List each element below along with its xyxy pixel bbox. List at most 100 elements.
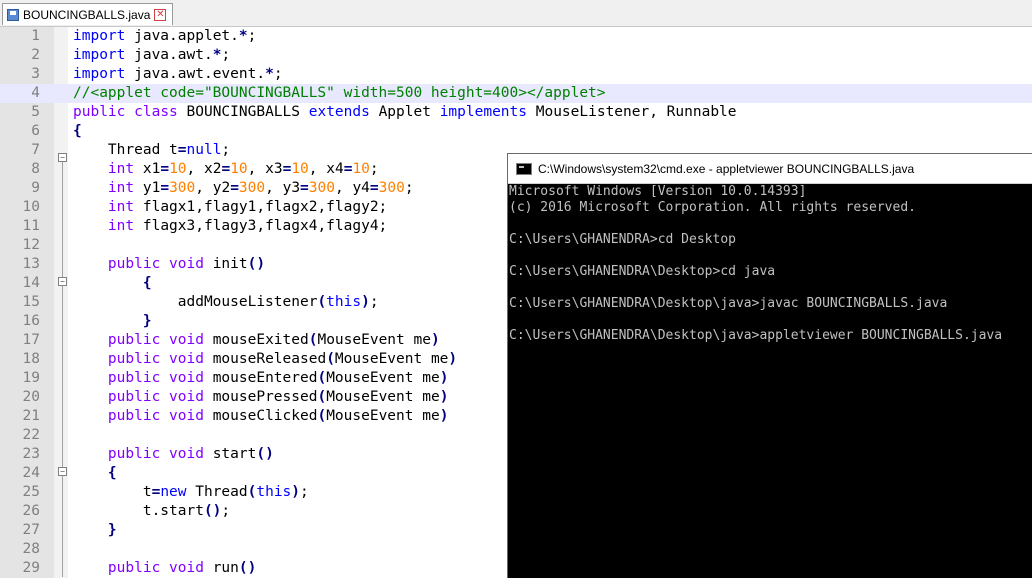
code-token: 300 bbox=[308, 180, 335, 196]
line-number: 29 bbox=[22, 560, 40, 576]
console-line: C:\Users\GHANENDRA\Desktop\java>appletvi… bbox=[509, 328, 1003, 343]
fold-line bbox=[62, 162, 63, 577]
code-token: mousePressed bbox=[203, 389, 318, 405]
line-number: 2 bbox=[31, 47, 40, 63]
code-token: void bbox=[169, 408, 204, 424]
code-token: 10 bbox=[352, 161, 370, 177]
code-token: void bbox=[169, 332, 204, 348]
code-token: ) bbox=[439, 408, 449, 424]
code-token: 10 bbox=[291, 161, 309, 177]
code-line[interactable]: 2 import java.awt.*; bbox=[0, 46, 1032, 65]
code-token: ; bbox=[273, 66, 283, 82]
code-text: addMouseListener(this); bbox=[73, 293, 379, 312]
code-token: = bbox=[160, 161, 170, 177]
code-line[interactable]: 3 import java.awt.event.*; bbox=[0, 65, 1032, 84]
code-token: = bbox=[221, 161, 231, 177]
code-token: = bbox=[282, 161, 292, 177]
code-token: ; bbox=[221, 47, 231, 63]
code-token: this bbox=[256, 484, 292, 500]
code-text: int flagx1,flagy1,flagx2,flagy2; bbox=[73, 198, 387, 217]
code-token: Thread bbox=[186, 484, 248, 500]
cmd-window[interactable]: C:\Windows\system32\cmd.exe - appletview… bbox=[507, 153, 1032, 578]
code-token: void bbox=[169, 389, 204, 405]
code-text: import java.awt.event.*; bbox=[73, 65, 283, 84]
code-token: flagx1,flagy1,flagx2,flagy2; bbox=[134, 199, 388, 215]
code-token: BOUNCINGBALLS bbox=[177, 104, 309, 120]
line-number: 6 bbox=[31, 123, 40, 139]
code-token: extends bbox=[308, 104, 370, 120]
console-line: C:\Users\GHANENDRA\Desktop>cd java bbox=[509, 264, 776, 279]
cmd-output[interactable]: Microsoft Windows [Version 10.0.14393] (c… bbox=[508, 184, 1032, 578]
code-token: ) bbox=[430, 332, 440, 348]
line-number: 3 bbox=[31, 66, 40, 82]
code-token: java.awt. bbox=[125, 47, 213, 63]
code-line[interactable]: 5 public class BOUNCINGBALLS extends Appl… bbox=[0, 103, 1032, 122]
code-token: //<applet code="BOUNCINGBALLS" width=500… bbox=[73, 85, 606, 101]
code-token: public bbox=[107, 332, 161, 348]
code-token: public bbox=[107, 351, 161, 367]
code-token: * bbox=[238, 28, 248, 44]
code-token: , y4 bbox=[334, 180, 370, 196]
line-number: 21 bbox=[22, 408, 40, 424]
code-text: int x1=10, x2=10, x3=10, x4=10; bbox=[73, 160, 379, 179]
code-token: ) bbox=[448, 351, 458, 367]
code-token: int bbox=[107, 161, 135, 177]
code-text: public void mouseReleased(MouseEvent me) bbox=[73, 350, 457, 369]
code-token: } bbox=[142, 313, 152, 329]
code-token: void bbox=[169, 370, 204, 386]
code-text: public void mousePressed(MouseEvent me) bbox=[73, 388, 449, 407]
code-token: Applet bbox=[369, 104, 440, 120]
code-token: java.awt.event. bbox=[125, 66, 266, 82]
line-number: 16 bbox=[22, 313, 40, 329]
cmd-title: C:\Windows\system32\cmd.exe - appletview… bbox=[538, 161, 915, 176]
code-token: MouseListener, Runnable bbox=[527, 104, 737, 120]
code-token: MouseEvent me bbox=[326, 370, 440, 386]
code-token: MouseEvent me bbox=[326, 408, 440, 424]
close-icon[interactable]: ✕ bbox=[154, 8, 167, 21]
code-token: public bbox=[107, 408, 161, 424]
code-token: () bbox=[238, 560, 257, 576]
code-line[interactable]: 6{ bbox=[0, 122, 1032, 141]
save-state-icon bbox=[7, 8, 19, 21]
code-line[interactable]: 4 //<applet code="BOUNCINGBALLS" width=50… bbox=[0, 84, 1032, 103]
code-token: addMouseListener bbox=[73, 294, 318, 310]
code-token: ; bbox=[369, 294, 379, 310]
line-number: 8 bbox=[31, 161, 40, 177]
fold-toggle-icon[interactable]: − bbox=[58, 153, 67, 162]
code-token: ; bbox=[300, 484, 309, 500]
tab-bouncingballs[interactable]: BOUNCINGBALLS.java ✕ bbox=[2, 3, 174, 25]
code-token: { bbox=[107, 465, 117, 481]
code-token: y1 bbox=[134, 180, 161, 196]
code-token: ( bbox=[326, 351, 335, 367]
fold-toggle-icon[interactable]: − bbox=[58, 277, 67, 286]
code-text: { bbox=[73, 274, 152, 293]
code-text: public void mouseExited(MouseEvent me) bbox=[73, 331, 440, 350]
code-token: public bbox=[107, 446, 161, 462]
code-token: ) bbox=[439, 389, 449, 405]
line-number: 23 bbox=[22, 446, 40, 462]
code-text: int y1=300, y2=300, y3=300, y4=300; bbox=[73, 179, 414, 198]
code-token: () bbox=[247, 256, 266, 272]
tab-label: BOUNCINGBALLS.java bbox=[23, 7, 151, 22]
line-number: 27 bbox=[22, 522, 40, 538]
code-token: , y2 bbox=[195, 180, 231, 196]
line-number: 1 bbox=[31, 28, 40, 44]
cmd-titlebar[interactable]: C:\Windows\system32\cmd.exe - appletview… bbox=[508, 154, 1032, 184]
fold-toggle-icon[interactable]: − bbox=[58, 467, 67, 476]
code-token: MouseEvent me bbox=[317, 332, 431, 348]
code-token: ) bbox=[291, 484, 301, 500]
code-text: import java.awt.*; bbox=[73, 46, 230, 65]
code-token: ; bbox=[369, 161, 379, 177]
line-number: 12 bbox=[22, 237, 40, 253]
code-token: public bbox=[107, 560, 161, 576]
code-line[interactable]: 1 import java.applet.*; bbox=[0, 27, 1032, 46]
code-token: ( bbox=[317, 389, 327, 405]
